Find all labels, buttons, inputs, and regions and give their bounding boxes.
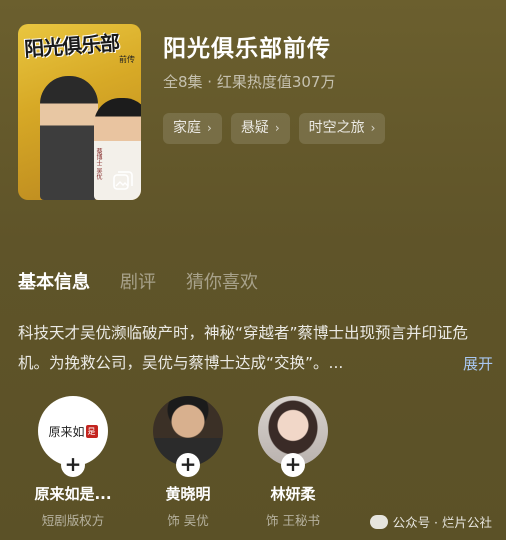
expand-button[interactable]: 展开 [463,353,493,374]
avatar[interactable]: 原来如 是 + [38,396,108,477]
cast-member[interactable]: + 林妍柔 饰 王秘书 [238,396,348,529]
chevron-right-icon: › [207,121,212,135]
chevron-right-icon: › [370,121,376,135]
tab-basic-info[interactable]: 基本信息 [18,268,90,294]
detail-tabs: 基本信息 剧评 猜你喜欢 [18,268,258,294]
tab-recommendations[interactable]: 猜你喜欢 [186,268,258,294]
tag-label: 时空之旅 [308,120,365,136]
tag-family[interactable]: 家庭 › [163,113,222,144]
logo-text: 原来如 [48,424,85,439]
watermark-text: 公众号 · 烂片公社 [392,515,492,530]
poster-image[interactable]: 阳光俱乐部 前传 蔡博士 吴优 [18,24,141,200]
tag-label: 悬疑 [240,120,269,136]
avatar[interactable]: + [258,396,328,477]
tag-time-travel[interactable]: 时空之旅 › [298,113,386,144]
genre-tags: 家庭 › 悬疑 › 时空之旅 › [163,113,386,144]
poster-title-art: 阳光俱乐部 [23,30,120,62]
chevron-right-icon: › [274,121,280,135]
tab-reviews[interactable]: 剧评 [120,268,156,294]
plus-icon[interactable]: + [176,453,200,477]
cast-name: 原来如是... [34,485,112,503]
avatar[interactable]: + [153,396,223,477]
cast-role: 饰 王秘书 [266,513,320,528]
logo-seal: 是 [85,424,98,438]
gallery-icon[interactable] [111,170,135,194]
cast-name: 林妍柔 [270,485,316,503]
tag-mystery[interactable]: 悬疑 › [230,113,290,144]
poster-actor-left [40,76,98,200]
wechat-icon [369,514,388,529]
watermark: 公众号 · 烂片公社 [369,512,492,531]
cast-member[interactable]: + 黄晓明 饰 吴优 [133,396,243,529]
tag-label: 家庭 [173,120,201,136]
poster-side-text: 蔡博士 吴优 [95,148,102,180]
plus-icon[interactable]: + [61,453,85,477]
poster-subtitle-art: 前传 [119,55,135,64]
show-meta: 全8集 · 红果热度值307万 [163,73,336,91]
show-title: 阳光俱乐部前传 [163,36,331,62]
cast-role: 短剧版权方 [41,513,105,528]
cast-name: 黄晓明 [165,485,211,503]
plus-icon[interactable]: + [281,453,305,477]
synopsis-text: 科技天才吴优濒临破产时，神秘“穿越者”蔡博士出现预言并印证危机。为挽救公司，吴优… [18,324,469,372]
cast-member[interactable]: 原来如 是 + 原来如是... 短剧版权方 [18,396,128,529]
cast-role: 饰 吴优 [167,513,209,528]
